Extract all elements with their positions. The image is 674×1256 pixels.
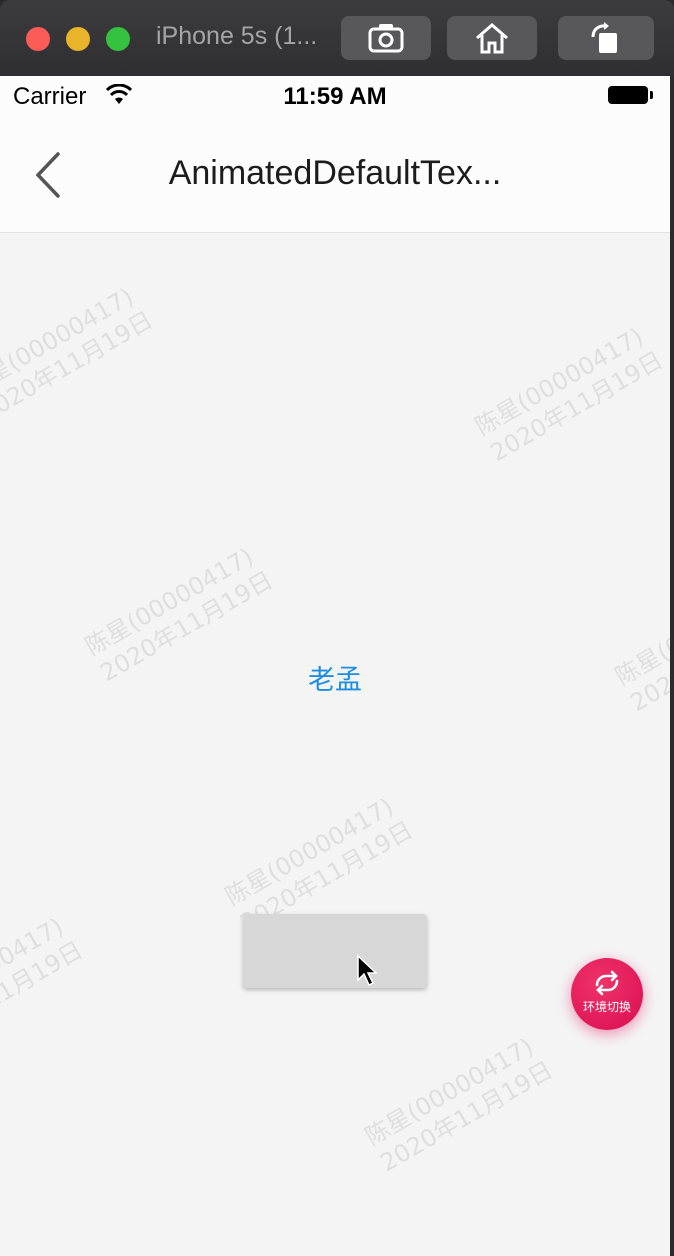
close-window-button[interactable] — [26, 27, 50, 51]
zoom-window-button[interactable] — [106, 27, 130, 51]
animate-button[interactable] — [243, 914, 427, 988]
environment-switch-button[interactable]: 环境切换 — [571, 958, 643, 1030]
simulator-title-bar: iPhone 5s (1... — [0, 0, 674, 76]
screenshot-button[interactable] — [341, 16, 431, 60]
back-chevron-icon[interactable] — [26, 150, 70, 200]
minimize-window-button[interactable] — [66, 27, 90, 51]
status-time: 11:59 AM — [283, 83, 387, 110]
rotate-icon — [591, 22, 617, 53]
watermark: 陈星(00000417)2020年11月19日 — [0, 282, 158, 428]
rotate-button[interactable] — [558, 16, 654, 60]
home-button[interactable] — [447, 16, 537, 60]
phone-screen: 陈星(00000417) 2020年11月19日 陈星(00000417) 2020… — [0, 76, 670, 1256]
page-title: AnimatedDefaultTex... — [168, 154, 502, 192]
mouse-cursor-icon — [357, 954, 378, 987]
battery-icon — [608, 86, 653, 104]
animated-text: 老孟 — [308, 665, 362, 696]
watermark: 陈星(00000417)2020年11月19日 — [360, 1032, 558, 1178]
watermark: 陈星(00000417)2020年11月19日 — [0, 912, 88, 1058]
simulator-title: iPhone 5s (1... — [156, 22, 318, 50]
environment-switch-label: 环境切换 — [582, 1000, 631, 1014]
switch-icon — [595, 970, 619, 996]
navigation-bar: AnimatedDefaultTex... — [0, 116, 670, 233]
status-bar: Carrier 11:59 AM — [0, 76, 670, 116]
watermark: 陈星(00000417)2020年11月19日 — [470, 322, 668, 468]
screenshot-icon — [368, 24, 404, 53]
home-icon — [476, 23, 508, 54]
